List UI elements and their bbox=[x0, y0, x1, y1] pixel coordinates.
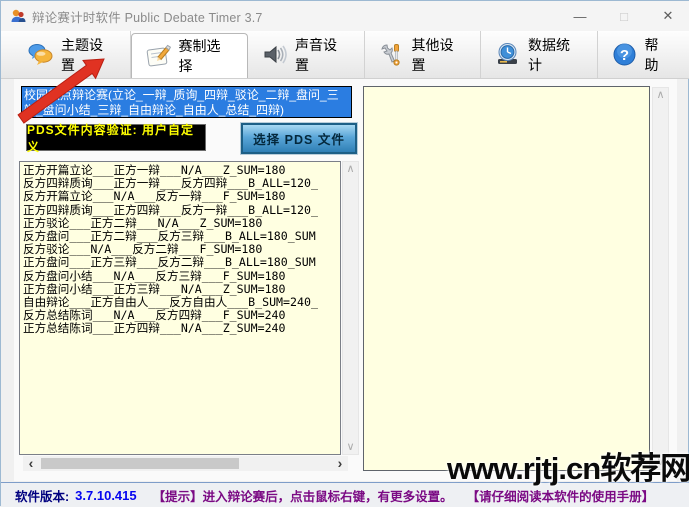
svg-text:?: ? bbox=[619, 47, 628, 64]
edit-pad-icon bbox=[145, 43, 172, 70]
close-button[interactable]: ✕ bbox=[646, 1, 689, 31]
window-title: 辩论赛计时软件 Public Debate Timer 3.7 bbox=[32, 7, 263, 26]
version-label: 软件版本: bbox=[15, 486, 69, 505]
format-banner: 校园热点辩论赛(立论_一辩_质询_四辩_驳论_二辩_盘问_三辩_盘问小结_三辩_… bbox=[21, 86, 352, 118]
chat-bubbles-icon bbox=[27, 41, 54, 68]
pds-verify-button[interactable]: PDS文件内容验证: 用户自定义 bbox=[26, 124, 206, 151]
tab-sound-settings[interactable]: 声音设置 bbox=[248, 31, 365, 78]
tab-label: 其他设置 bbox=[412, 35, 468, 75]
tab-other-settings[interactable]: 其他设置 bbox=[365, 31, 482, 78]
format-page: 校园热点辩论赛(立论_一辩_质询_四辩_驳论_二辩_盘问_三辩_盘问小结_三辩_… bbox=[14, 79, 677, 481]
pds-line: 反方盘问小结___N/A___反方三辩___F_SUM=180 bbox=[23, 270, 339, 283]
pds-line: 反方开篇立论___N/A___反方一辩___F_SUM=180 bbox=[23, 190, 339, 203]
window-controls: — □ ✕ bbox=[558, 1, 689, 31]
scrollbar-thumb[interactable] bbox=[41, 458, 239, 469]
tab-data-stats[interactable]: 数据统计 bbox=[481, 31, 598, 78]
speaker-icon bbox=[261, 41, 288, 68]
version-value: 3.7.10.415 bbox=[75, 488, 136, 503]
clock-stats-icon bbox=[494, 41, 521, 68]
tab-label: 主题设置 bbox=[61, 35, 117, 75]
pds-vertical-scrollbar[interactable]: ∧ ∨ bbox=[342, 161, 359, 455]
preview-panel bbox=[363, 86, 650, 471]
tools-icon bbox=[378, 41, 405, 68]
tab-help[interactable]: ? 帮 助 bbox=[598, 31, 689, 78]
toolbar: 主题设置 赛制选择 声音设置 其他设置 bbox=[1, 31, 689, 79]
help-icon: ? bbox=[611, 41, 638, 68]
scroll-up-icon[interactable]: ∧ bbox=[656, 88, 664, 102]
tab-label: 声音设置 bbox=[295, 35, 351, 75]
status-manual-note: 【请仔细阅读本软件的使用手册】 bbox=[467, 486, 655, 505]
scroll-down-icon[interactable]: ∨ bbox=[346, 440, 354, 454]
watermark-text: www.rjtj.cn软荐网 bbox=[447, 443, 689, 488]
maximize-button[interactable]: □ bbox=[602, 1, 646, 31]
choose-pds-file-button[interactable]: 选择 PDS 文件 bbox=[241, 123, 357, 154]
pds-horizontal-scrollbar[interactable]: ‹ › bbox=[23, 456, 348, 471]
scroll-right-icon[interactable]: › bbox=[332, 456, 348, 471]
tab-label: 帮 助 bbox=[645, 35, 677, 75]
scroll-up-icon[interactable]: ∧ bbox=[346, 162, 354, 176]
minimize-button[interactable]: — bbox=[558, 1, 602, 31]
scroll-left-icon[interactable]: ‹ bbox=[23, 456, 39, 471]
pds-line: 正方盘问___正方三辩___反方二辩___B_ALL=180_SUM bbox=[23, 256, 339, 269]
status-tip: 【提示】进入辩论赛后，点击鼠标右键，有更多设置。 bbox=[153, 486, 453, 505]
app-icon bbox=[10, 8, 26, 24]
title-bar: 辩论赛计时软件 Public Debate Timer 3.7 — □ ✕ bbox=[1, 1, 689, 31]
pds-line: 正方总结陈词___正方四辩___N/A___Z_SUM=240 bbox=[23, 322, 339, 335]
tab-format-select[interactable]: 赛制选择 bbox=[131, 33, 249, 78]
pds-content-list[interactable]: 正方开篇立论___正方一辩___N/A___Z_SUM=180 反方四辩质询__… bbox=[19, 161, 341, 455]
pds-line: 正方四辩质询___正方四辩___反方一辩___B_ALL=120_ bbox=[23, 204, 339, 217]
tab-label: 数据统计 bbox=[528, 35, 584, 75]
tab-label: 赛制选择 bbox=[179, 36, 235, 76]
tab-theme-settings[interactable]: 主题设置 bbox=[14, 31, 131, 78]
preview-vertical-scrollbar[interactable]: ∧ ∨ bbox=[652, 87, 669, 470]
